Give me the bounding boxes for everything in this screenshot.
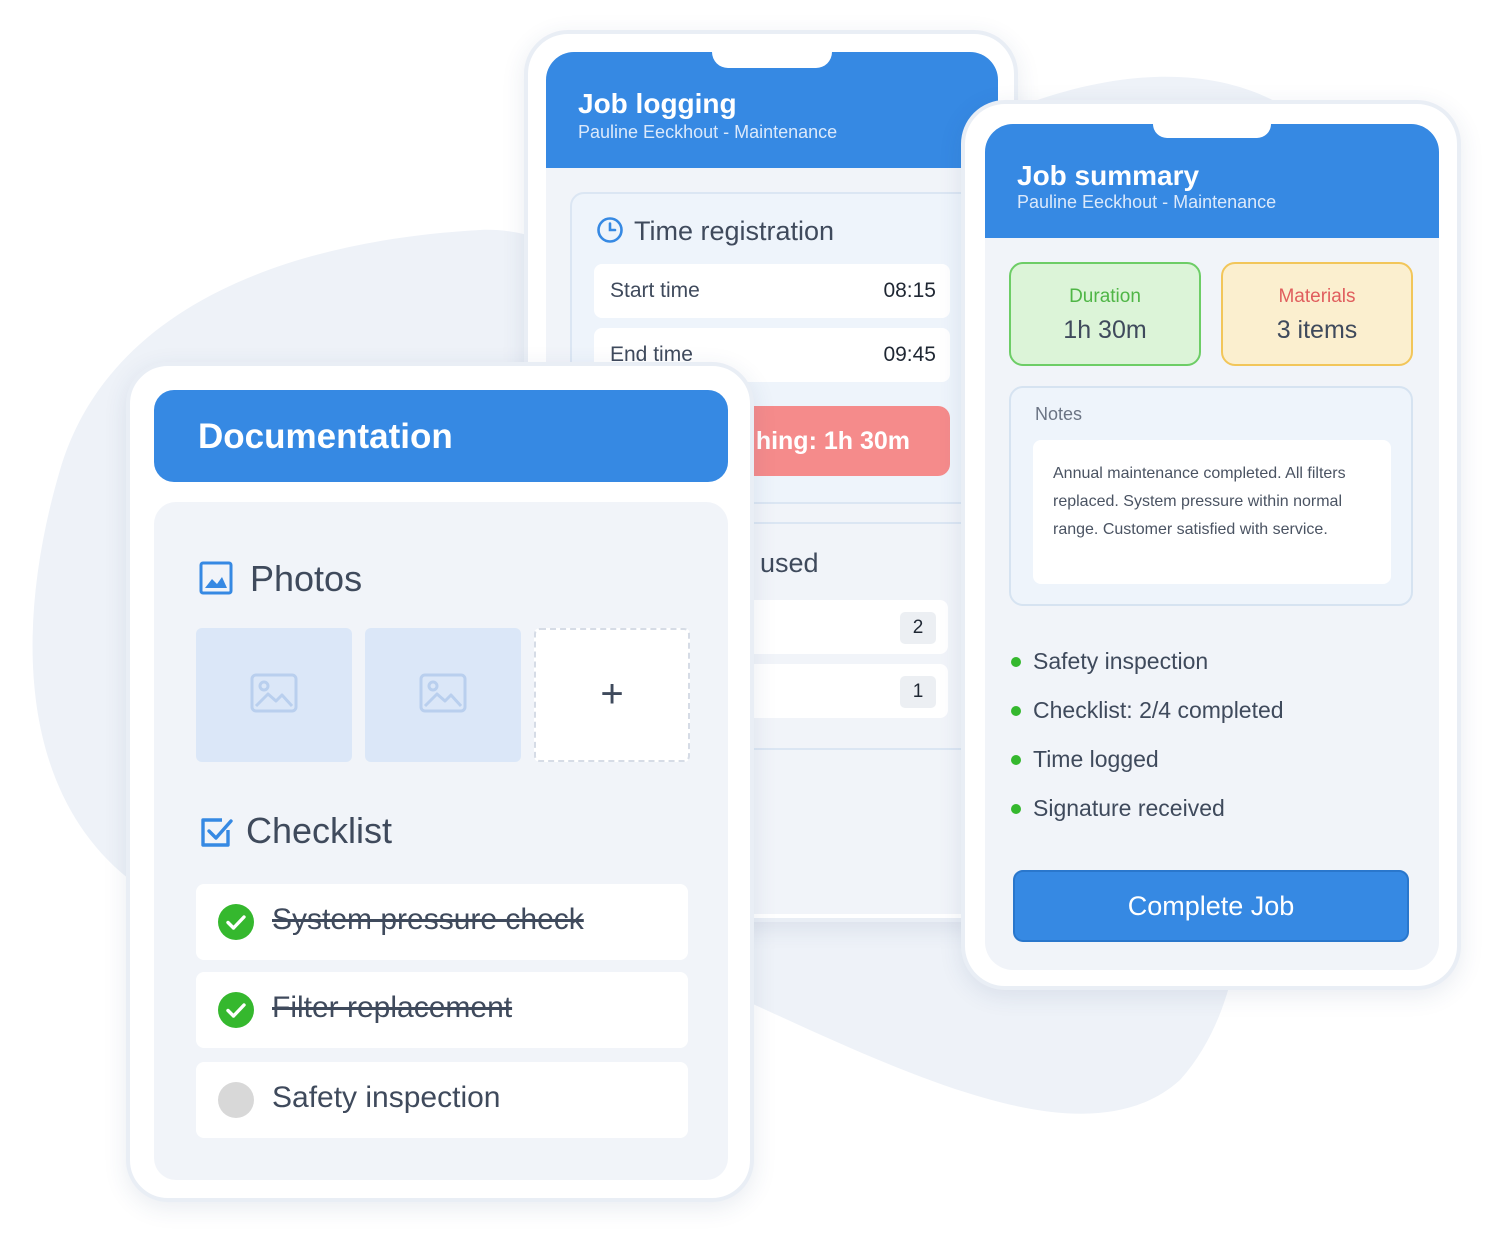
notes-field[interactable]: Annual maintenance completed. All filter…	[1033, 440, 1391, 584]
material-quantity: 2	[900, 612, 936, 644]
checklist-title: Checklist	[246, 810, 393, 851]
total-time-text: hing: 1h 30m	[755, 427, 910, 455]
status-dot-icon	[1011, 657, 1021, 667]
clock-icon	[597, 217, 623, 243]
checkbox-icon	[201, 818, 233, 847]
time-registration-title: Time registration	[634, 216, 835, 246]
image-icon	[199, 561, 233, 595]
material-quantity: 1	[900, 676, 936, 708]
job-logging-subtitle: Pauline Eeckhout - Maintenance	[578, 122, 838, 142]
summary-item-label: Signature received	[1033, 795, 1225, 821]
summary-item: Signature received	[1011, 795, 1225, 822]
job-logging-header: Job logging Pauline Eeckhout - Maintenan…	[546, 52, 998, 168]
photo-placeholder-icon	[250, 673, 298, 713]
summary-item-label: Safety inspection	[1033, 648, 1209, 674]
job-summary-header: Job summary Pauline Eeckhout - Maintenan…	[985, 124, 1439, 238]
duration-value: 1h 30m	[1063, 316, 1147, 344]
materials-value: 3 items	[1276, 316, 1358, 344]
start-time-label: Start time	[610, 279, 700, 302]
summary-item: Safety inspection	[1011, 648, 1209, 675]
check-done-icon[interactable]	[218, 992, 254, 1028]
duration-card: Duration 1h 30m	[1009, 262, 1201, 366]
photo-thumbnail[interactable]	[365, 628, 521, 762]
summary-item-label: Time logged	[1033, 746, 1159, 772]
phone-notch	[1153, 124, 1271, 138]
check-done-icon[interactable]	[218, 904, 254, 940]
summary-item: Time logged	[1011, 746, 1159, 773]
status-dot-icon	[1011, 706, 1021, 716]
notes-text: Annual maintenance completed. All filter…	[1053, 465, 1346, 538]
job-summary-phone: Job summary Pauline Eeckhout - Maintenan…	[961, 100, 1461, 990]
start-time-row[interactable]: Start time 08:15	[594, 264, 950, 318]
checklist-item-label: System pressure check	[272, 903, 584, 936]
materials-used-title: used	[760, 548, 819, 578]
documentation-header: Documentation	[154, 390, 728, 482]
notes-card: Notes Annual maintenance completed. All …	[1009, 386, 1413, 606]
photo-thumbnail[interactable]	[196, 628, 352, 762]
job-summary-subtitle: Pauline Eeckhout - Maintenance	[1017, 192, 1277, 212]
photos-title: Photos	[250, 558, 363, 599]
materials-label: Materials	[1278, 286, 1356, 307]
checklist-item-label: Filter replacement	[272, 991, 513, 1024]
job-logging-title: Job logging	[578, 88, 737, 119]
checklist-item[interactable]: System pressure check	[196, 884, 688, 960]
status-dot-icon	[1011, 755, 1021, 765]
end-time-value: 09:45	[883, 343, 936, 366]
materials-card: Materials 3 items	[1221, 262, 1413, 366]
add-photo-button[interactable]: +	[534, 628, 690, 762]
phone-notch	[712, 52, 832, 68]
documentation-title: Documentation	[198, 417, 453, 456]
complete-job-button[interactable]: Complete Job	[1013, 870, 1409, 942]
documentation-body: Photos + Checklist System pressure check…	[154, 502, 728, 1180]
start-time-value: 08:15	[883, 279, 936, 302]
status-dot-icon	[1011, 804, 1021, 814]
checklist-item[interactable]: Safety inspection	[196, 1062, 688, 1138]
summary-item-label: Checklist: 2/4 completed	[1033, 697, 1284, 723]
job-summary-screen: Job summary Pauline Eeckhout - Maintenan…	[985, 124, 1439, 970]
checklist-item[interactable]: Filter replacement	[196, 972, 688, 1048]
checklist-item-label: Safety inspection	[272, 1081, 501, 1114]
notes-label: Notes	[1035, 404, 1083, 424]
job-summary-title: Job summary	[1017, 160, 1200, 191]
duration-label: Duration	[1069, 286, 1141, 307]
photo-placeholder-icon	[419, 673, 467, 713]
check-empty-icon[interactable]	[218, 1082, 254, 1118]
documentation-tablet: Documentation Photos + Checklist System …	[126, 362, 754, 1202]
summary-item: Checklist: 2/4 completed	[1011, 697, 1284, 724]
